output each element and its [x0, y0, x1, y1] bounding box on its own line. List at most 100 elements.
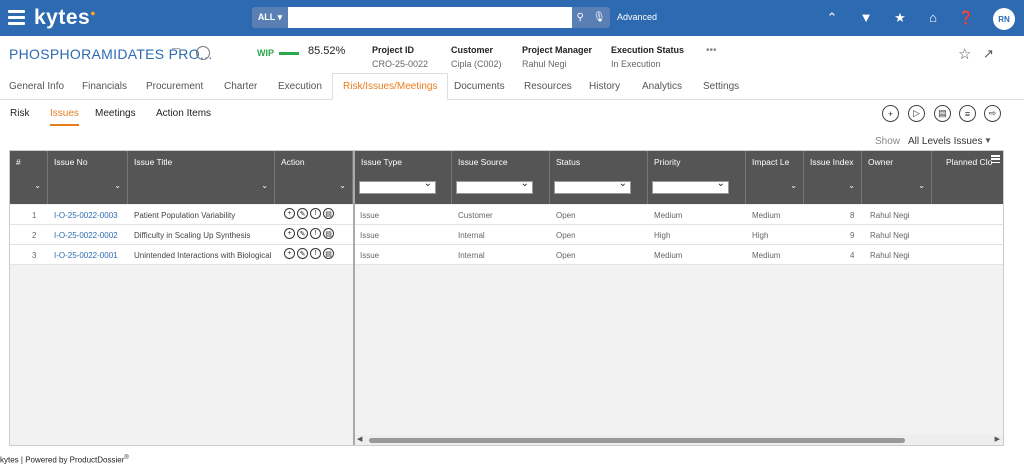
search-icon[interactable]: ⚲: [576, 12, 583, 23]
progress-percent: 85.52%: [308, 45, 346, 57]
export-icon[interactable]: ↗: [983, 46, 994, 62]
filter-chevron-icon[interactable]: ⌄: [848, 181, 855, 190]
info-icon[interactable]: !: [310, 208, 321, 219]
tab-analytics[interactable]: Analytics: [642, 81, 682, 92]
col-issue-type[interactable]: Issue Type: [355, 151, 452, 204]
edit-icon[interactable]: ✎: [297, 208, 308, 219]
col-status[interactable]: Status: [550, 151, 648, 204]
tab-financials[interactable]: Financials: [82, 81, 127, 92]
col-issue-source[interactable]: Issue Source: [452, 151, 550, 204]
favorite-star-icon[interactable]: ☆: [958, 45, 971, 63]
microphone-icon[interactable]: 🎙: [593, 12, 606, 23]
home-icon[interactable]: ⌂: [925, 10, 941, 25]
star-icon[interactable]: ★: [892, 10, 908, 26]
info-icon[interactable]: !: [310, 248, 321, 259]
tab-procurement[interactable]: Procurement: [146, 81, 203, 92]
table-row[interactable]: 1 I-O-25-0022-0003 Patient Population Va…: [10, 205, 1003, 225]
edit-icon[interactable]: ✎: [297, 248, 308, 259]
horizontal-scrollbar[interactable]: ◀ ▶: [355, 435, 1003, 445]
tab-general-info[interactable]: General Info: [9, 81, 64, 92]
top-navbar: kytes● ALL ▾ ⚲ 🎙 Advanced ⌃ ▼ ★ ⌂ ❓ RN: [0, 0, 1024, 36]
info-icon[interactable]: !: [310, 228, 321, 239]
col-issue-title[interactable]: Issue Title ⌄: [128, 151, 275, 204]
table-row[interactable]: 2 I-O-25-0022-0002 Difficulty in Scaling…: [10, 225, 1003, 245]
tab-resources[interactable]: Resources: [524, 81, 572, 92]
help-icon[interactable]: ❓: [958, 10, 974, 26]
subtab-action-items[interactable]: Action Items: [156, 108, 211, 119]
speedometer-icon[interactable]: [196, 46, 210, 60]
chevron-down-icon[interactable]: ▼: [984, 136, 992, 145]
subtab-issues[interactable]: Issues: [50, 108, 79, 126]
filter-chevron-icon[interactable]: ⌄: [114, 181, 121, 190]
col-issue-index[interactable]: Issue Index ⌄: [804, 151, 862, 204]
global-search: ALL ▾ ⚲ 🎙: [252, 7, 610, 28]
download-icon[interactable]: ▼: [858, 10, 874, 25]
issue-source-filter[interactable]: [456, 178, 533, 194]
more-icon[interactable]: •••: [706, 45, 717, 56]
priority-filter[interactable]: [652, 178, 729, 194]
delete-icon[interactable]: ▤: [323, 228, 334, 239]
col-num[interactable]: # ⌄: [10, 151, 48, 204]
chevron-up-icon[interactable]: ⌃: [824, 10, 840, 26]
table-row[interactable]: 3 I-O-25-0022-0001 Unintended Interactio…: [10, 245, 1003, 265]
col-owner[interactable]: Owner ⌄: [862, 151, 932, 204]
search-input[interactable]: [288, 7, 572, 28]
col-impact-level[interactable]: Impact Le ⌄: [746, 151, 804, 204]
column-menu-icon[interactable]: [991, 155, 1000, 164]
delete-icon[interactable]: ▤: [323, 208, 334, 219]
issue-no-link[interactable]: I-O-25-0022-0002: [54, 231, 118, 240]
subtab-meetings[interactable]: Meetings: [95, 108, 136, 119]
filter-chevron-icon[interactable]: ⌄: [261, 181, 268, 190]
col-issue-no[interactable]: Issue No ⌄: [48, 151, 128, 204]
pinned-column-divider[interactable]: [353, 151, 355, 445]
list-icon[interactable]: ≡: [959, 105, 976, 122]
issues-grid: # ⌄ Issue No ⌄ Issue Title ⌄ Action ⌄ Issue …: [9, 150, 1004, 446]
issue-priority: High: [654, 231, 671, 240]
scroll-right-icon[interactable]: ▶: [995, 435, 1000, 443]
project-id: Project ID CRO-25-0022: [372, 45, 429, 69]
user-avatar[interactable]: RN: [993, 8, 1015, 30]
col-planned-close[interactable]: Planned Clo: [932, 151, 1003, 204]
tab-settings[interactable]: Settings: [703, 81, 739, 92]
tab-documents[interactable]: Documents: [454, 81, 505, 92]
project-customer: Customer Cipla (C002): [451, 45, 502, 69]
status-filter[interactable]: [554, 178, 631, 194]
level-filter-dropdown[interactable]: All Levels Issues: [908, 136, 982, 147]
filter-chevron-icon[interactable]: ⌄: [790, 181, 797, 190]
issue-title: Unintended Interactions with Biological: [134, 251, 272, 260]
scrollbar-thumb[interactable]: [369, 438, 905, 443]
col-action[interactable]: Action ⌄: [275, 151, 353, 204]
project-switch-icon[interactable]: —: [172, 44, 180, 53]
project-manager: Project Manager Rahul Negi: [522, 45, 593, 69]
hamburger-menu-icon[interactable]: [8, 10, 25, 25]
add-icon[interactable]: +: [284, 248, 295, 259]
filter-chevron-icon[interactable]: ⌄: [339, 181, 346, 190]
tab-charter[interactable]: Charter: [224, 81, 257, 92]
skip-icon[interactable]: ▷: [908, 105, 925, 122]
add-icon[interactable]: +: [284, 208, 295, 219]
delete-icon[interactable]: ▤: [323, 248, 334, 259]
add-icon[interactable]: +: [284, 228, 295, 239]
tab-risk-issues-meetings[interactable]: Risk/Issues/Meetings: [332, 73, 449, 100]
filter-chevron-icon[interactable]: ⌄: [918, 181, 925, 190]
issue-type-filter[interactable]: [359, 178, 436, 194]
tab-execution[interactable]: Execution: [278, 81, 322, 92]
issue-type: Issue: [360, 231, 380, 240]
tab-history[interactable]: History: [589, 81, 620, 92]
issue-no-link[interactable]: I-O-25-0022-0003: [54, 211, 118, 220]
export-circle-icon[interactable]: ⇨: [984, 105, 1001, 122]
col-priority[interactable]: Priority: [648, 151, 746, 204]
print-icon[interactable]: ▤: [934, 105, 951, 122]
project-title[interactable]: PHOSPHORAMIDATES PRO...: [9, 46, 212, 62]
edit-icon[interactable]: ✎: [297, 228, 308, 239]
issue-source: Customer: [458, 211, 493, 220]
add-icon[interactable]: +: [882, 105, 899, 122]
subtab-risk[interactable]: Risk: [10, 108, 29, 119]
search-scope-dropdown[interactable]: ALL ▾: [252, 7, 288, 28]
issue-no-link[interactable]: I-O-25-0022-0001: [54, 251, 118, 260]
filter-chevron-icon[interactable]: ⌄: [34, 181, 41, 190]
kytes-logo[interactable]: kytes●: [34, 6, 96, 30]
advanced-search-link[interactable]: Advanced: [617, 12, 657, 22]
scroll-left-icon[interactable]: ◀: [357, 435, 362, 443]
issue-index: 4: [850, 251, 855, 260]
